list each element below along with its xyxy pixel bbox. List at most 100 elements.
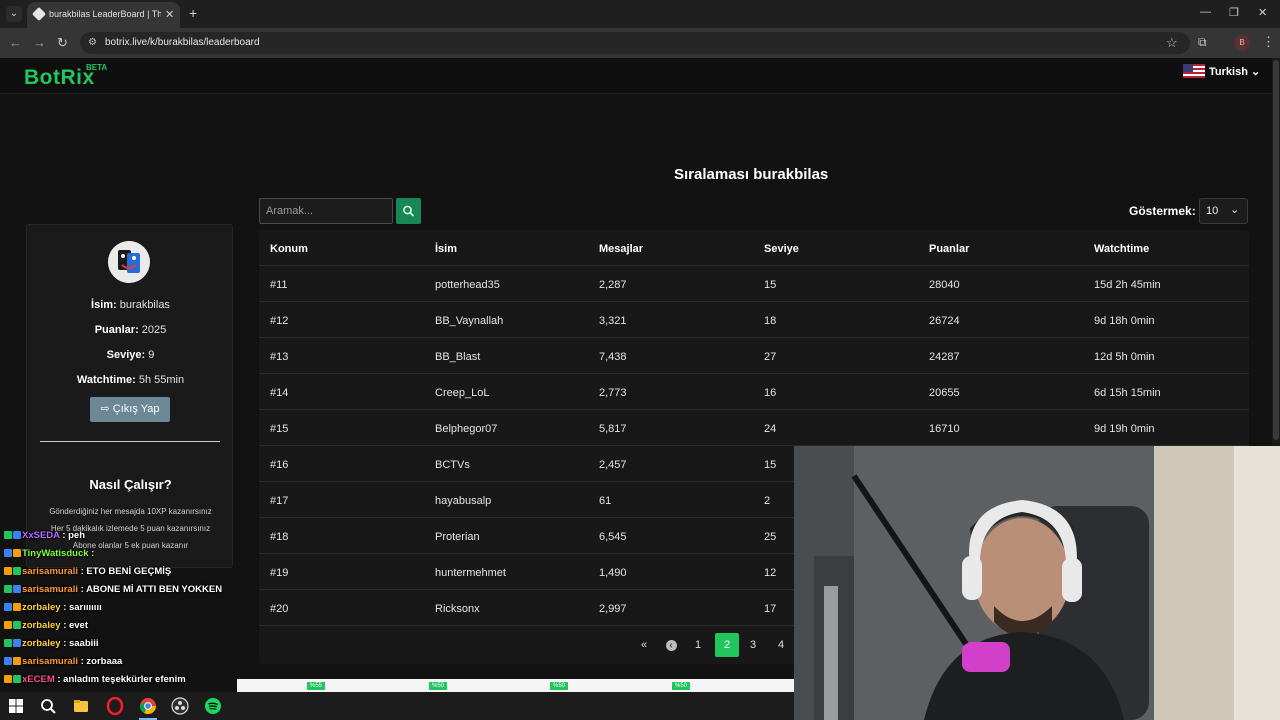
chat-badge-icon — [13, 603, 21, 612]
search-button[interactable] — [396, 198, 421, 224]
profile-avatar[interactable]: B — [1234, 35, 1250, 51]
minimize-icon[interactable]: — — [1200, 6, 1211, 18]
table-cell: 6,545 — [599, 531, 627, 543]
percent-badge: %50 — [672, 682, 690, 690]
windows-start-icon[interactable] — [7, 697, 25, 715]
chat-username[interactable]: xECEM — [22, 674, 55, 685]
site-info-icon[interactable]: ⚙ — [88, 37, 100, 49]
chat-message: xECEM : anladım teşekkürler efenim — [4, 674, 186, 685]
site-header: BotRix BETA Turkish ⌄ — [0, 58, 1272, 94]
close-tab-icon[interactable]: ✕ — [165, 8, 174, 21]
chat-text: : ETO BENİ GEÇMİŞ — [80, 566, 172, 577]
chevron-down-icon: ⌄ — [1250, 66, 1261, 78]
column-header[interactable]: Konum — [270, 243, 308, 255]
logout-button[interactable]: ⇨ Çıkış Yap — [90, 397, 170, 422]
prev-page-button[interactable]: ‹ — [663, 633, 679, 657]
tab-menu-icon[interactable]: ⌄ — [6, 6, 22, 22]
chat-username[interactable]: zorbaley — [22, 638, 61, 649]
table-cell: huntermehmet — [435, 567, 506, 579]
table-row: #11 potterhead35 2,287 15 28040 15d 2h 45min — [259, 266, 1249, 302]
restore-icon[interactable]: ❐ — [1229, 6, 1239, 19]
table-cell: 6d 15h 15min — [1094, 387, 1161, 399]
chevron-left-icon: ‹ — [665, 639, 677, 651]
percent-badge: %55 — [307, 682, 325, 690]
table-cell: 26724 — [929, 315, 960, 327]
column-header[interactable]: Seviye — [764, 243, 799, 255]
column-header[interactable]: Puanlar — [929, 243, 969, 255]
chat-badge-icon — [4, 621, 12, 630]
logout-label: Çıkış Yap — [112, 403, 160, 415]
chat-message: TinyWatisduck : — [4, 548, 94, 559]
chat-username[interactable]: TinyWatisduck — [22, 548, 89, 559]
chat-username[interactable]: XxSEDA — [22, 530, 60, 541]
chat-username[interactable]: zorbaley — [22, 620, 61, 631]
table-cell: 15d 2h 45min — [1094, 279, 1161, 291]
back-icon[interactable]: ← — [9, 35, 22, 50]
table-cell: #13 — [270, 351, 289, 363]
profile-level: Seviye: 9 — [27, 349, 234, 361]
bookmark-star-icon[interactable]: ☆ — [1166, 35, 1178, 51]
page-4-button[interactable]: 4 — [773, 633, 789, 657]
column-header[interactable]: İsim — [435, 243, 457, 255]
favicon-icon — [31, 6, 47, 22]
chat-username[interactable]: sarisamurali — [22, 656, 78, 667]
tab-title: burakbilas LeaderBoard | The b — [49, 9, 161, 19]
table-cell: BB_Blast — [435, 351, 481, 363]
chat-text: : peh — [62, 530, 86, 541]
search-input[interactable] — [259, 198, 393, 224]
page-3-button[interactable]: 3 — [745, 633, 761, 657]
chat-username[interactable]: sarisamurali — [22, 566, 78, 577]
show-entries-value: 10 — [1206, 205, 1219, 217]
table-cell: 2,457 — [599, 459, 627, 471]
chat-badge-icon — [4, 585, 12, 594]
search-icon[interactable] — [39, 697, 57, 715]
first-page-button[interactable]: « — [636, 633, 652, 657]
chat-username[interactable]: sarisamurali — [22, 584, 78, 595]
table-cell: 2,287 — [599, 279, 627, 291]
browser-menu-icon[interactable]: ⋮ — [1262, 34, 1275, 50]
table-row: #14 Creep_LoL 2,773 16 20655 6d 15h 15min — [259, 374, 1249, 410]
browser-tab[interactable]: burakbilas LeaderBoard | The b ✕ — [27, 2, 180, 28]
forward-icon[interactable]: → — [33, 35, 46, 50]
table-cell: 24287 — [929, 351, 960, 363]
page-2-button[interactable]: 2 — [715, 633, 739, 657]
table-cell: 28040 — [929, 279, 960, 291]
spotify-icon[interactable] — [204, 697, 222, 715]
name-label: İsim: — [91, 299, 117, 311]
table-cell: #15 — [270, 423, 289, 435]
table-cell: 61 — [599, 495, 612, 507]
chat-text: : saabiii — [63, 638, 99, 649]
chat-message: zorbaley : saabiii — [4, 638, 99, 649]
chat-badge-icon — [13, 549, 21, 558]
table-cell: 5,817 — [599, 423, 627, 435]
page-1-button[interactable]: 1 — [690, 633, 706, 657]
table-cell: Ricksonx — [435, 603, 480, 615]
file-explorer-icon[interactable] — [72, 697, 90, 715]
table-cell: potterhead35 — [435, 279, 500, 291]
chrome-icon[interactable] — [139, 697, 157, 715]
table-cell: 12 — [764, 567, 777, 579]
reload-icon[interactable]: ↻ — [57, 35, 68, 51]
new-tab-icon[interactable]: + — [189, 5, 197, 21]
chat-badge-icon — [13, 621, 21, 630]
url-text[interactable]: botrix.live/k/burakbilas/leaderboard — [105, 37, 260, 48]
divider — [40, 441, 220, 442]
profile-card: İsim: burakbilas Puanlar: 2025 Seviye: 9… — [26, 224, 233, 568]
url-bar[interactable]: ⚙ botrix.live/k/burakbilas/leaderboard ☆ — [80, 32, 1190, 54]
column-header[interactable]: Watchtime — [1094, 243, 1149, 255]
column-header[interactable]: Mesajlar — [599, 243, 643, 255]
show-entries-select[interactable]: 10 ⌄ — [1199, 198, 1248, 224]
progress-strip: %55 %50 %50 %50 — [237, 679, 794, 692]
obs-icon[interactable] — [171, 697, 189, 715]
table-cell: #18 — [270, 531, 289, 543]
profile-watchtime: Watchtime: 5h 55min — [27, 374, 234, 386]
table-cell: #11 — [270, 279, 288, 291]
close-window-icon[interactable]: ✕ — [1258, 6, 1267, 19]
opera-icon[interactable] — [106, 697, 124, 715]
site-logo[interactable]: BotRix — [24, 66, 95, 90]
chat-text: : ABONE Mİ ATTI BEN YOKKEN — [80, 584, 223, 595]
chat-username[interactable]: zorbaley — [22, 602, 61, 613]
scrollbar-thumb[interactable] — [1273, 60, 1279, 440]
chat-badge-icon — [4, 549, 12, 558]
extensions-icon[interactable]: ⧉ — [1198, 35, 1207, 50]
